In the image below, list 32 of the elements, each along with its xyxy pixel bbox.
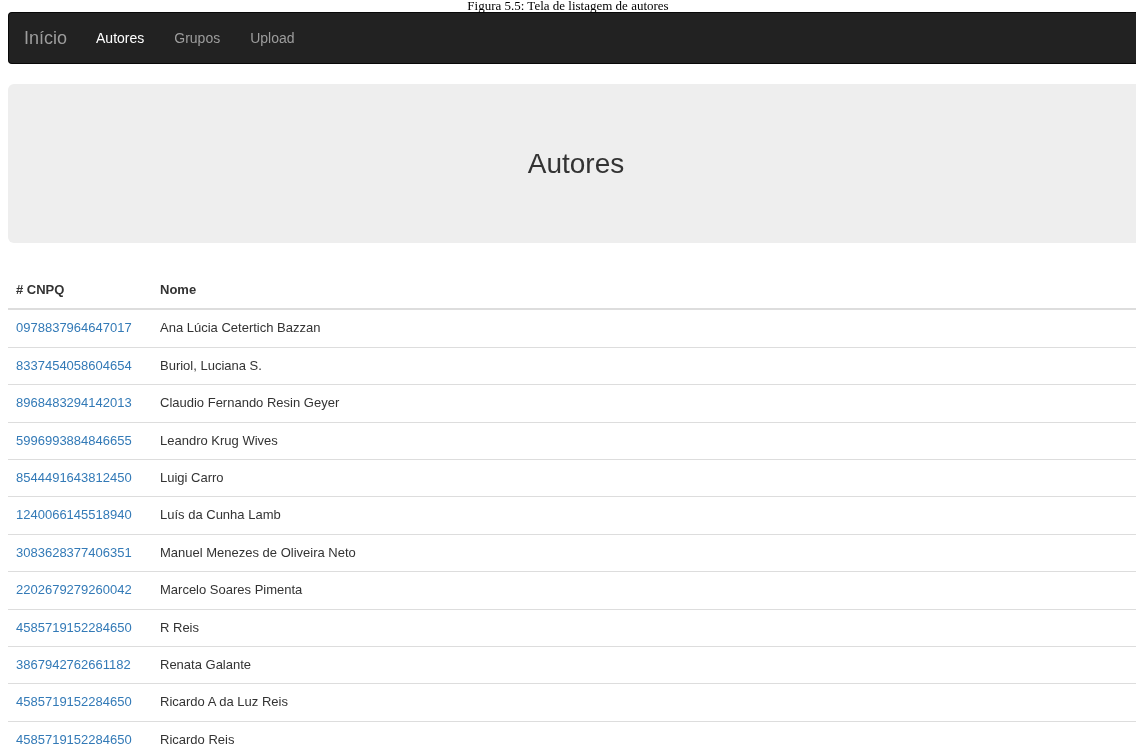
brand-link[interactable]: Início	[24, 27, 68, 49]
table-cell: Marcelo Soares Pimenta	[152, 571, 1136, 610]
nav-link[interactable]: Autores	[96, 30, 145, 46]
cnpq-link[interactable]: 2202679279260042	[16, 582, 132, 598]
table-cell: Ricardo Reis	[152, 721, 1136, 744]
nav-link[interactable]: Upload	[250, 30, 295, 46]
figure-caption: Figura 5.5: Tela de listagem de autores	[467, 0, 669, 12]
cnpq-link[interactable]: 1240066145518940	[16, 507, 132, 523]
cnpq-link[interactable]: 4585719152284650	[16, 694, 132, 710]
page-title: Autores	[526, 147, 625, 180]
table-cell: Manuel Menezes de Oliveira Neto	[152, 534, 1136, 572]
cnpq-link[interactable]: 3867942762661182	[16, 657, 131, 673]
table-cell: Luigi Carro	[152, 459, 1136, 497]
cnpq-link[interactable]: 4585719152284650	[16, 619, 132, 635]
cnpq-link[interactable]: 8337454058604654	[16, 357, 132, 373]
cnpq-link[interactable]: 0978837964647017	[16, 320, 132, 336]
nav-link[interactable]: Grupos	[174, 30, 221, 46]
cnpq-link[interactable]: 8968483294142013	[16, 395, 132, 411]
table-cell: Luís da Cunha Lamb	[152, 496, 1136, 535]
cnpq-link[interactable]: 3083628377406351	[16, 544, 132, 560]
cnpq-link[interactable]: 4585719152284650	[16, 731, 132, 744]
table-cell: Buriol, Luciana S.	[152, 347, 1136, 385]
cnpq-link[interactable]: 8544491643812450	[16, 470, 132, 486]
column-header: # CNPQ	[8, 272, 152, 310]
table-cell: R Reis	[152, 609, 1136, 647]
table-cell: Ricardo A da Luz Reis	[152, 683, 1136, 722]
cnpq-link[interactable]: 5996993884846655	[16, 432, 132, 448]
table-cell: Leandro Krug Wives	[152, 422, 1136, 460]
table-cell: Renata Galante	[152, 646, 1136, 684]
column-header: Nome	[152, 272, 1136, 310]
table-cell: Ana Lúcia Cetertich Bazzan	[152, 309, 1136, 348]
table-cell: Claudio Fernando Resin Geyer	[152, 384, 1136, 423]
